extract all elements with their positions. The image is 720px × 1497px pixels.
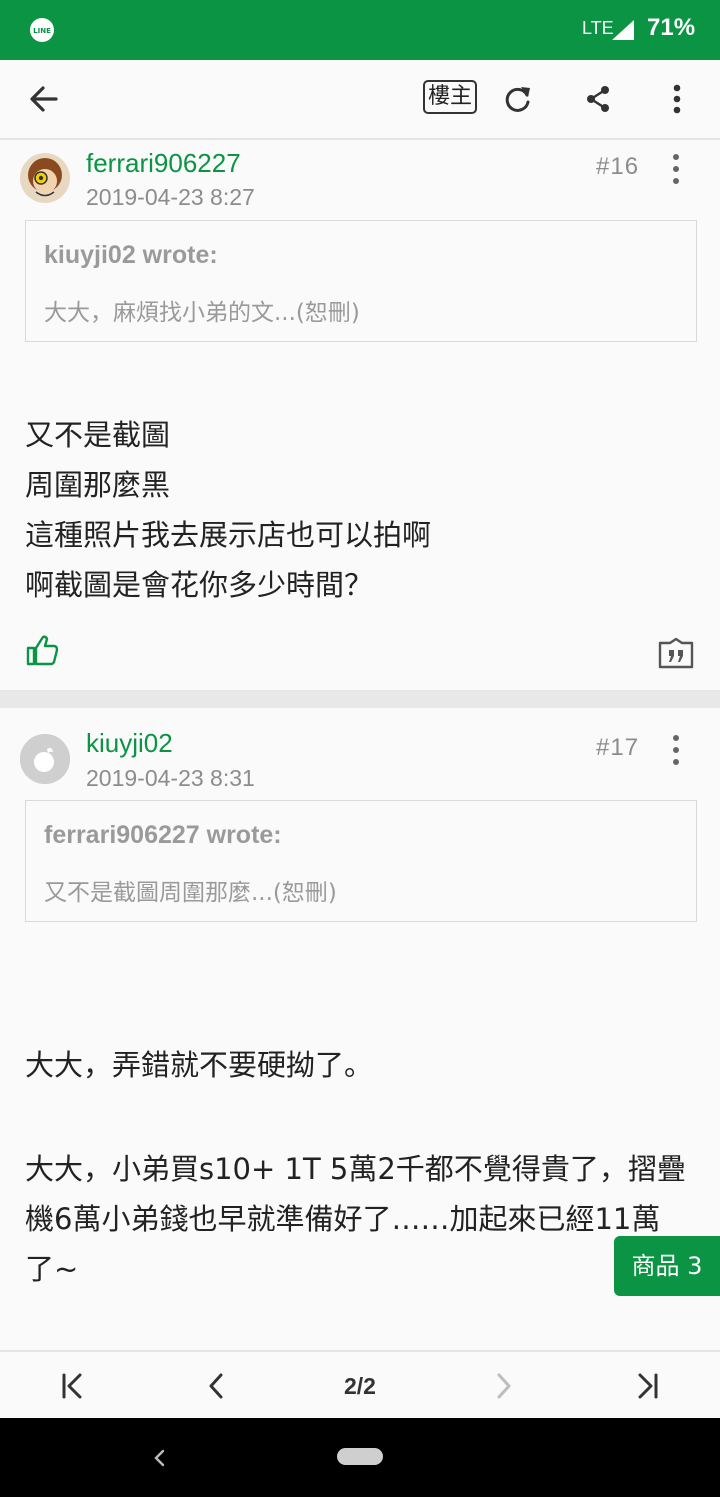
chevron-right-icon bbox=[497, 1373, 511, 1399]
more-vert-icon-dot bbox=[673, 178, 679, 184]
home-pill[interactable] bbox=[337, 1448, 383, 1465]
page-indicator[interactable]: 2/2 bbox=[320, 1352, 400, 1420]
post-date: 2019-04-23 8:31 bbox=[86, 765, 255, 791]
signal-icon bbox=[612, 20, 634, 40]
last-page-button[interactable] bbox=[626, 1352, 670, 1420]
previous-page-button[interactable] bbox=[194, 1352, 238, 1420]
first-page-button[interactable] bbox=[50, 1352, 94, 1420]
refresh-icon bbox=[505, 87, 530, 112]
last-page-icon bbox=[638, 1373, 658, 1399]
post-text-line: 大大，小弟買s10+ 1T 5萬2千都不覺得貴了，摺疊 bbox=[25, 1152, 686, 1186]
quote-reply-button[interactable] bbox=[658, 637, 694, 673]
status-bar: LINE LTE 71% bbox=[0, 0, 720, 60]
floor-number: #17 bbox=[596, 734, 640, 761]
post-text-line: 周圍那麼黑 bbox=[25, 468, 171, 502]
share-icon bbox=[587, 86, 609, 112]
pagination-bar: 2/2 bbox=[0, 1350, 720, 1420]
refresh-button[interactable] bbox=[496, 60, 540, 138]
arrow-left-icon bbox=[30, 86, 58, 112]
like-button[interactable] bbox=[26, 634, 60, 670]
quote-text: 大大，麻煩找小弟的文...(恕刪) bbox=[44, 300, 360, 326]
username[interactable]: ferrari906227 bbox=[86, 148, 241, 179]
post-text-line: 機6萬小弟錢也早就準備好了……加起來已經11萬 bbox=[25, 1202, 661, 1236]
share-button[interactable] bbox=[576, 60, 620, 138]
more-vert-icon-dot bbox=[673, 166, 679, 172]
line-app-icon: LINE bbox=[30, 18, 54, 42]
post-text-line: 這種照片我去展示店也可以拍啊 bbox=[25, 518, 432, 552]
post: ferrari906227 2019-04-23 8:27 #16 kiuyji… bbox=[0, 140, 720, 690]
quote-block: kiuyji02 wrote: 大大，麻煩找小弟的文...(恕刪) bbox=[25, 220, 697, 342]
overflow-menu-button[interactable] bbox=[660, 60, 694, 138]
back-button[interactable] bbox=[20, 60, 68, 138]
battery-level: 71% bbox=[647, 14, 696, 41]
more-vert-icon-dot bbox=[673, 154, 679, 160]
next-page-button[interactable] bbox=[482, 1352, 526, 1420]
username[interactable]: kiuyji02 bbox=[86, 728, 173, 759]
more-vert-icon-dot bbox=[673, 747, 679, 753]
quote-block: ferrari906227 wrote: 又不是截圖周圍那麼...(恕刪) bbox=[25, 800, 697, 922]
thumbs-up-icon bbox=[26, 635, 59, 666]
post-text-line: 了~ bbox=[25, 1252, 79, 1286]
more-vert-icon-dot bbox=[673, 735, 679, 741]
quote-text: 又不是截圖周圍那麼...(恕刪) bbox=[44, 880, 337, 906]
quote-author: ferrari906227 wrote: bbox=[44, 821, 282, 849]
products-button[interactable]: 商品 3 bbox=[614, 1236, 720, 1296]
quote-icon bbox=[658, 637, 694, 669]
system-back-icon[interactable] bbox=[150, 1446, 170, 1470]
post-text-line: 大大，弄錯就不要硬拗了。 bbox=[25, 1048, 374, 1082]
op-only-button[interactable]: 樓主 bbox=[423, 80, 477, 114]
more-vert-icon bbox=[673, 84, 681, 114]
avatar[interactable] bbox=[20, 734, 70, 784]
post-menu-button[interactable] bbox=[666, 154, 686, 184]
chevron-left-icon bbox=[209, 1373, 223, 1399]
first-page-icon bbox=[62, 1373, 82, 1399]
post-text-line: 又不是截圖 bbox=[25, 418, 171, 452]
app-bar: 樓主 bbox=[0, 60, 720, 140]
post-menu-button[interactable] bbox=[666, 735, 686, 765]
avatar[interactable] bbox=[20, 153, 70, 203]
network-type: LTE bbox=[582, 18, 614, 38]
post-text-line: 啊截圖是會花你多少時間？ bbox=[25, 568, 374, 602]
floor-number: #16 bbox=[596, 153, 640, 180]
system-navigation-bar bbox=[0, 1418, 720, 1497]
user-avatar-image bbox=[20, 153, 70, 203]
default-avatar-icon bbox=[20, 734, 70, 784]
more-vert-icon-dot bbox=[673, 759, 679, 765]
post-date: 2019-04-23 8:27 bbox=[86, 184, 255, 210]
quote-author: kiuyji02 wrote: bbox=[44, 241, 218, 269]
svg-text:LINE: LINE bbox=[33, 27, 51, 35]
post-separator bbox=[0, 690, 720, 708]
post: kiuyji02 2019-04-23 8:31 #17 ferrari9062… bbox=[0, 708, 720, 1350]
